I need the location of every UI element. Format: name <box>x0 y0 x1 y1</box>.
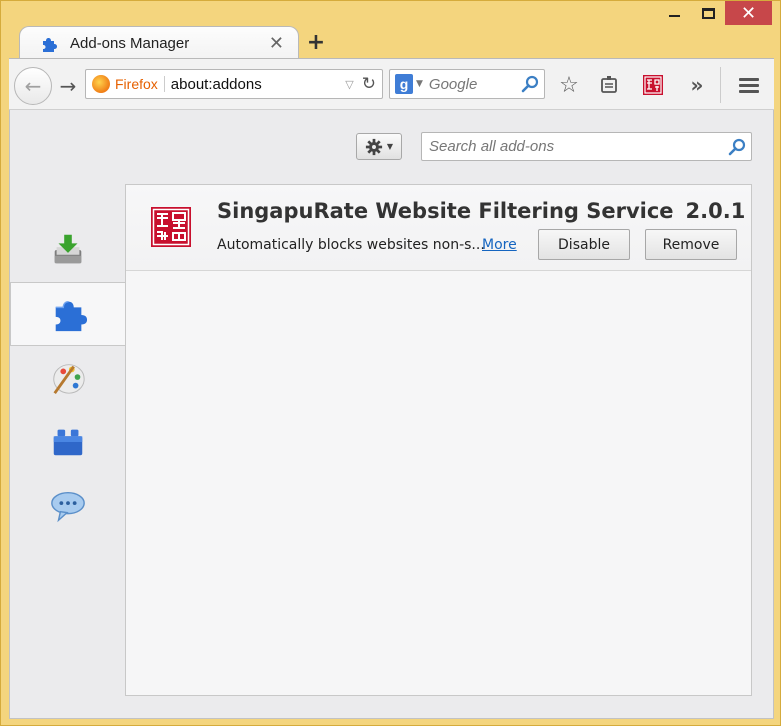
bookmarks-list-icon <box>601 76 617 93</box>
bookmark-star-icon[interactable]: ☆ <box>555 71 583 99</box>
tools-gear-button[interactable]: ▼ <box>356 133 402 160</box>
close-icon: ✕ <box>740 2 757 24</box>
category-appearance[interactable] <box>10 346 126 410</box>
category-plugins[interactable] <box>10 410 126 474</box>
forward-button[interactable]: → <box>55 73 81 99</box>
forward-arrow-icon: → <box>59 74 77 98</box>
addon-list-item[interactable]: SingapuRate Website Filtering Service 2.0… <box>126 185 751 271</box>
new-tab-button[interactable]: + <box>303 29 329 55</box>
more-link[interactable]: More <box>482 237 517 253</box>
engine-dropdown-icon[interactable]: ▼ <box>416 79 423 89</box>
search-bar[interactable]: g ▼ Google <box>389 69 545 99</box>
search-input[interactable]: Google <box>429 76 520 93</box>
lego-brick-icon <box>53 429 83 456</box>
overflow-chevron-icon[interactable]: » <box>683 71 711 99</box>
minimize-button[interactable] <box>657 1 691 25</box>
browser-window: ✕ Add-ons Manager ✕ + ← → Firefox about:… <box>0 0 781 726</box>
puzzle-icon <box>43 37 57 52</box>
back-button[interactable]: ← <box>14 67 52 105</box>
addon-name: SingapuRate Website Filtering Service 2.0… <box>217 199 745 223</box>
google-icon[interactable]: g <box>395 74 413 94</box>
hamburger-icon <box>739 78 759 93</box>
tab-add-ons-manager[interactable]: Add-ons Manager ✕ <box>19 26 299 60</box>
hamburger-menu-button[interactable] <box>735 71 763 99</box>
url-bar[interactable]: Firefox about:addons ▽ ↻ <box>85 69 383 99</box>
category-get-add-ons[interactable] <box>10 218 126 282</box>
puzzle-icon <box>55 300 87 332</box>
tab-strip: Add-ons Manager ✕ + <box>9 23 774 60</box>
maximize-button[interactable] <box>691 1 725 25</box>
gear-icon <box>365 138 383 155</box>
minimize-icon <box>668 15 680 17</box>
singapurate-seal-icon <box>151 207 191 247</box>
bookmarks-menu-button[interactable] <box>595 71 623 99</box>
palette-icon <box>53 364 85 395</box>
back-arrow-icon: ← <box>24 74 42 98</box>
seal-icon <box>643 75 663 95</box>
singapurate-toolbar-button[interactable] <box>639 71 667 99</box>
maximize-icon <box>701 7 715 19</box>
category-list <box>10 218 126 538</box>
addons-search-field[interactable]: Search all add-ons <box>421 132 752 161</box>
addon-description: Automatically blocks websites non-s... <box>217 237 485 253</box>
url-input[interactable]: about:addons <box>165 76 345 93</box>
addons-search-input[interactable]: Search all add-ons <box>429 138 727 155</box>
category-extensions[interactable] <box>10 282 126 346</box>
addon-version: 2.0.1 <box>685 199 746 223</box>
category-services[interactable] <box>10 474 126 538</box>
close-window-button[interactable]: ✕ <box>725 1 772 25</box>
reload-icon[interactable]: ↻ <box>362 74 376 94</box>
speech-bubble-icon <box>51 491 85 523</box>
history-dropdown-icon[interactable]: ▽ <box>345 78 353 91</box>
toolbar-separator <box>720 67 721 103</box>
chevron-down-icon: ▼ <box>386 142 394 151</box>
search-icon[interactable] <box>727 137 747 157</box>
search-icon[interactable] <box>520 74 540 94</box>
navigation-toolbar: ← → Firefox about:addons ▽ ↻ g ▼ Google … <box>9 58 774 110</box>
remove-button[interactable]: Remove <box>645 229 737 260</box>
tab-close-icon[interactable]: ✕ <box>269 33 284 54</box>
addon-list: SingapuRate Website Filtering Service 2.0… <box>125 184 752 696</box>
addons-manager-content: ▼ Search all add-ons SingapuRate Website… <box>9 110 774 719</box>
addon-title: SingapuRate Website Filtering Service <box>217 199 674 223</box>
download-icon <box>54 234 82 264</box>
identity-label: Firefox <box>115 76 165 92</box>
disable-button[interactable]: Disable <box>538 229 630 260</box>
tab-title: Add-ons Manager <box>70 35 190 52</box>
firefox-icon <box>92 75 110 93</box>
